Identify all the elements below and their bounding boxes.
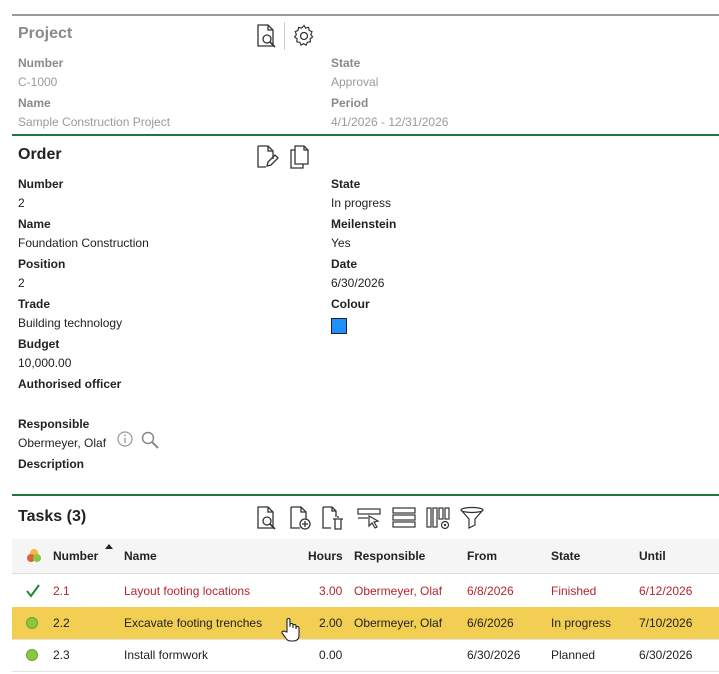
info-icon[interactable] [116, 430, 134, 448]
task-name: Install formwork [124, 648, 209, 662]
table-row[interactable]: 2.1 Layout footing locations 3.00 Oberme… [12, 575, 719, 608]
column-settings-icon[interactable] [425, 505, 451, 531]
project-settings-gear-icon[interactable] [291, 23, 317, 49]
column-header-number[interactable]: Number [53, 549, 98, 563]
status-dot-icon [26, 649, 38, 661]
task-number: 2.1 [53, 584, 70, 598]
order-title: Order [18, 146, 62, 163]
order-milestone-label: Meilenstein [331, 217, 397, 231]
filter-icon[interactable] [459, 505, 485, 531]
project-name-label: Name [18, 96, 51, 110]
order-colour-swatch [331, 318, 347, 334]
list-rows-icon[interactable] [391, 505, 417, 531]
task-until: 6/30/2026 [639, 648, 693, 662]
project-title: Project [18, 25, 73, 42]
color-legend-icon [26, 548, 42, 564]
table-row[interactable]: 2.3 Install formwork 0.00 6/30/2026 Plan… [12, 639, 719, 672]
table-header: Number Name Hours Responsible From State… [12, 539, 719, 574]
sort-asc-icon [105, 544, 113, 549]
task-hours: 2.00 [319, 616, 343, 630]
task-name: Layout footing locations [124, 584, 251, 598]
toolbar-separator [284, 22, 285, 50]
task-number: 2.2 [53, 616, 70, 630]
select-cursor-icon[interactable] [356, 505, 382, 531]
project-period-label: Period [331, 96, 369, 110]
order-position-value: 2 [18, 276, 25, 290]
task-state: In progress [551, 616, 612, 630]
order-name-value: Foundation Construction [18, 236, 149, 250]
task-hours: 0.00 [319, 648, 343, 662]
task-hours: 3.00 [319, 584, 343, 598]
order-milestone-value: Yes [331, 236, 351, 250]
order-date-label: Date [331, 257, 358, 271]
order-position-label: Position [18, 257, 66, 271]
order-date-value: 6/30/2026 [331, 276, 385, 290]
project-view-icon[interactable] [253, 23, 279, 49]
checkmark-icon [25, 583, 41, 599]
project-period-value: 4/1/2026 - 12/31/2026 [331, 115, 449, 129]
status-dot-icon [26, 617, 38, 629]
copy-document-icon[interactable] [286, 144, 312, 170]
project-section: Project Number C-1000 Name Sample Constr… [12, 0, 719, 134]
project-number-label: Number [18, 56, 64, 70]
order-trade-label: Trade [18, 297, 51, 311]
tasks-divider [12, 494, 719, 496]
order-description-label: Description [18, 457, 85, 471]
project-name-value: Sample Construction Project [18, 115, 171, 129]
column-header-hours[interactable]: Hours [308, 549, 343, 563]
edit-document-icon[interactable] [253, 144, 279, 170]
task-from: 6/30/2026 [467, 648, 521, 662]
task-state: Planned [551, 648, 596, 662]
add-task-icon[interactable] [286, 505, 312, 531]
column-header-state[interactable]: State [551, 549, 580, 563]
order-budget-value: 10,000.00 [18, 356, 72, 370]
task-until: 6/12/2026 [639, 584, 693, 598]
task-from: 6/6/2026 [467, 616, 514, 630]
order-section: Order Number 2 Name Foundation Construct… [12, 134, 719, 494]
order-authorised-officer-label: Authorised officer [18, 377, 122, 391]
order-number-label: Number [18, 177, 64, 191]
project-number-value: C-1000 [18, 75, 58, 89]
project-state-label: State [331, 56, 361, 70]
order-budget-label: Budget [18, 337, 60, 351]
column-header-until[interactable]: Until [639, 549, 666, 563]
order-state-label: State [331, 177, 361, 191]
order-state-value: In progress [331, 196, 392, 210]
project-state-value: Approval [331, 75, 379, 89]
search-icon[interactable] [140, 430, 160, 450]
order-colour-label: Colour [331, 297, 370, 311]
task-responsible: Obermeyer, Olaf [354, 584, 443, 598]
column-header-name[interactable]: Name [124, 549, 157, 563]
column-header-responsible[interactable]: Responsible [354, 549, 425, 563]
task-until: 7/10/2026 [639, 616, 693, 630]
order-number-value: 2 [18, 196, 25, 210]
order-responsible-label: Responsible [18, 417, 90, 431]
order-trade-value: Building technology [18, 316, 123, 330]
view-task-icon[interactable] [253, 505, 279, 531]
task-number: 2.3 [53, 648, 70, 662]
order-responsible-value: Obermeyer, Olaf [18, 436, 107, 450]
table-row[interactable]: 2.2 Excavate footing trenches 2.00 Oberm… [12, 607, 719, 642]
order-name-label: Name [18, 217, 51, 231]
task-state: Finished [551, 584, 597, 598]
delete-task-icon[interactable] [319, 505, 345, 531]
task-name: Excavate footing trenches [124, 616, 263, 630]
task-from: 6/8/2026 [467, 584, 514, 598]
column-header-from[interactable]: From [467, 549, 497, 563]
tasks-title: Tasks (3) [18, 508, 87, 525]
task-responsible: Obermeyer, Olaf [354, 616, 443, 630]
